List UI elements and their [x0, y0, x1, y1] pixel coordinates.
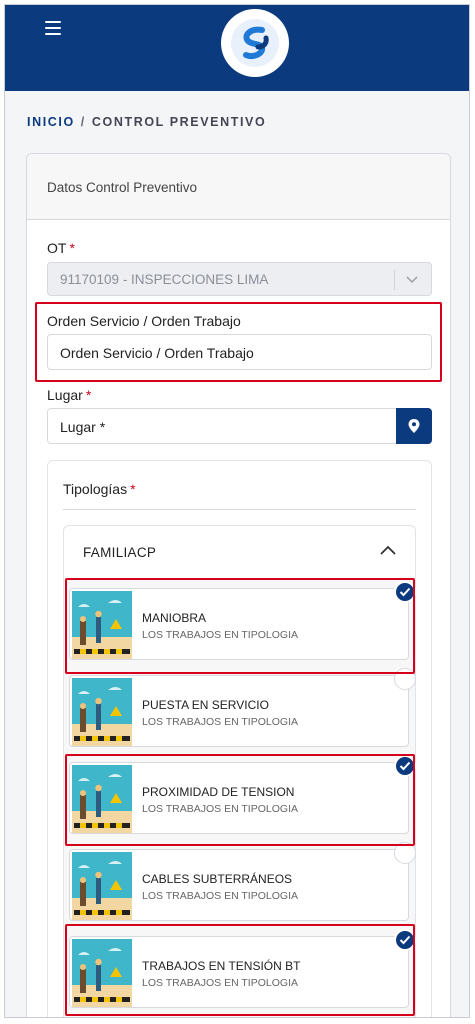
- form-card: Datos Control Preventivo OT * 91170109 - …: [26, 153, 451, 1017]
- chevron-down-icon: [405, 272, 419, 289]
- ot-select-value: 91170109 - INSPECCIONES LIMA: [60, 272, 269, 287]
- family-accordion: FAMILIACP MANIOBRA LOS TRABAJOS EN TIPOL…: [63, 525, 416, 1017]
- logo-icon[interactable]: [221, 9, 289, 77]
- tipologia-desc: LOS TRABAJOS EN TIPOLOGIA: [142, 890, 298, 902]
- hamburger-icon[interactable]: [45, 21, 61, 35]
- tipologia-item-puesta-en-servicio[interactable]: PUESTA EN SERVICIO LOS TRABAJOS EN TIPOL…: [69, 668, 416, 747]
- app-frame: INICIO / CONTROL PREVENTIVO Datos Control …: [4, 4, 470, 1018]
- tipologias-section: Tipologías * FAMILIACP MANIOBRA LOS TRABA…: [47, 460, 432, 1017]
- ot-label: OT *: [47, 240, 75, 256]
- highlight-trabajos-bt: [65, 924, 415, 1016]
- highlight-maniobra: [65, 578, 415, 674]
- orden-input[interactable]: Orden Servicio / Orden Trabajo: [47, 334, 432, 370]
- work-illustration-icon: [72, 678, 132, 746]
- family-title: FAMILIACP: [83, 545, 157, 560]
- tipologia-name: PUESTA EN SERVICIO: [142, 698, 269, 712]
- lugar-input[interactable]: Lugar *: [47, 408, 397, 444]
- highlight-proximidad: [65, 754, 415, 846]
- chevron-up-icon[interactable]: [379, 544, 397, 563]
- orden-label: Orden Servicio / Orden Trabajo: [47, 313, 241, 329]
- breadcrumb-home-link[interactable]: INICIO: [27, 115, 75, 129]
- map-pin-icon[interactable]: [396, 408, 432, 444]
- tipologias-label: Tipologías *: [63, 481, 136, 497]
- breadcrumb-separator: /: [80, 115, 86, 129]
- card-title: Datos Control Preventivo: [27, 154, 450, 220]
- lugar-label: Lugar *: [47, 387, 92, 403]
- family-header[interactable]: FAMILIACP: [64, 526, 415, 578]
- tipologia-desc: LOS TRABAJOS EN TIPOLOGIA: [142, 716, 298, 728]
- breadcrumb: INICIO / CONTROL PREVENTIVO: [27, 115, 266, 129]
- tipologia-name: CABLES SUBTERRÁNEOS: [142, 872, 293, 886]
- ot-select[interactable]: 91170109 - INSPECCIONES LIMA: [47, 262, 432, 296]
- work-illustration-icon: [72, 852, 132, 920]
- breadcrumb-current: CONTROL PREVENTIVO: [91, 115, 267, 129]
- tipologia-item-cables-subterraneos[interactable]: CABLES SUBTERRÁNEOS LOS TRABAJOS EN TIPO…: [69, 842, 416, 921]
- top-bar: [5, 5, 469, 91]
